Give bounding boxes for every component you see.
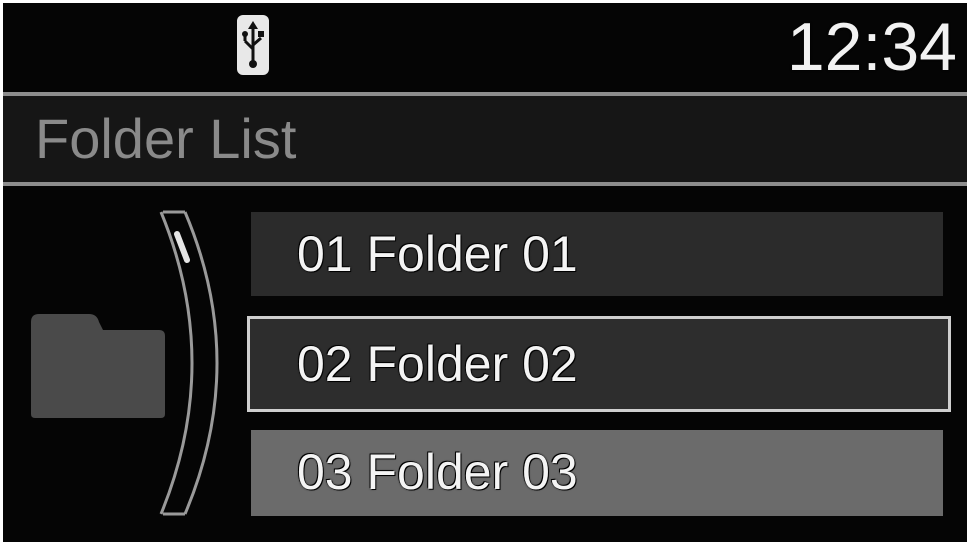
- clock: 12:34: [786, 9, 957, 85]
- folder-list: 01 Folder 01 02 Folder 02 03 Folder 03: [247, 212, 951, 518]
- status-bar: 12:34: [3, 3, 967, 91]
- list-item[interactable]: 02 Folder 02: [247, 316, 951, 412]
- list-item[interactable]: 01 Folder 01: [251, 212, 943, 296]
- header: Folder List: [3, 96, 967, 182]
- page-title: Folder List: [35, 107, 297, 170]
- usb-icon: [235, 13, 271, 77]
- scrollbar[interactable]: [157, 208, 229, 518]
- content-area: 01 Folder 01 02 Folder 02 03 Folder 03: [3, 186, 967, 542]
- audio-screen: 12:34 Folder List 01 Folder 01 02 Folder…: [3, 3, 967, 542]
- folder-icon: [29, 304, 167, 420]
- list-item[interactable]: 03 Folder 03: [251, 430, 943, 516]
- scrollbar-thumb: [174, 231, 190, 263]
